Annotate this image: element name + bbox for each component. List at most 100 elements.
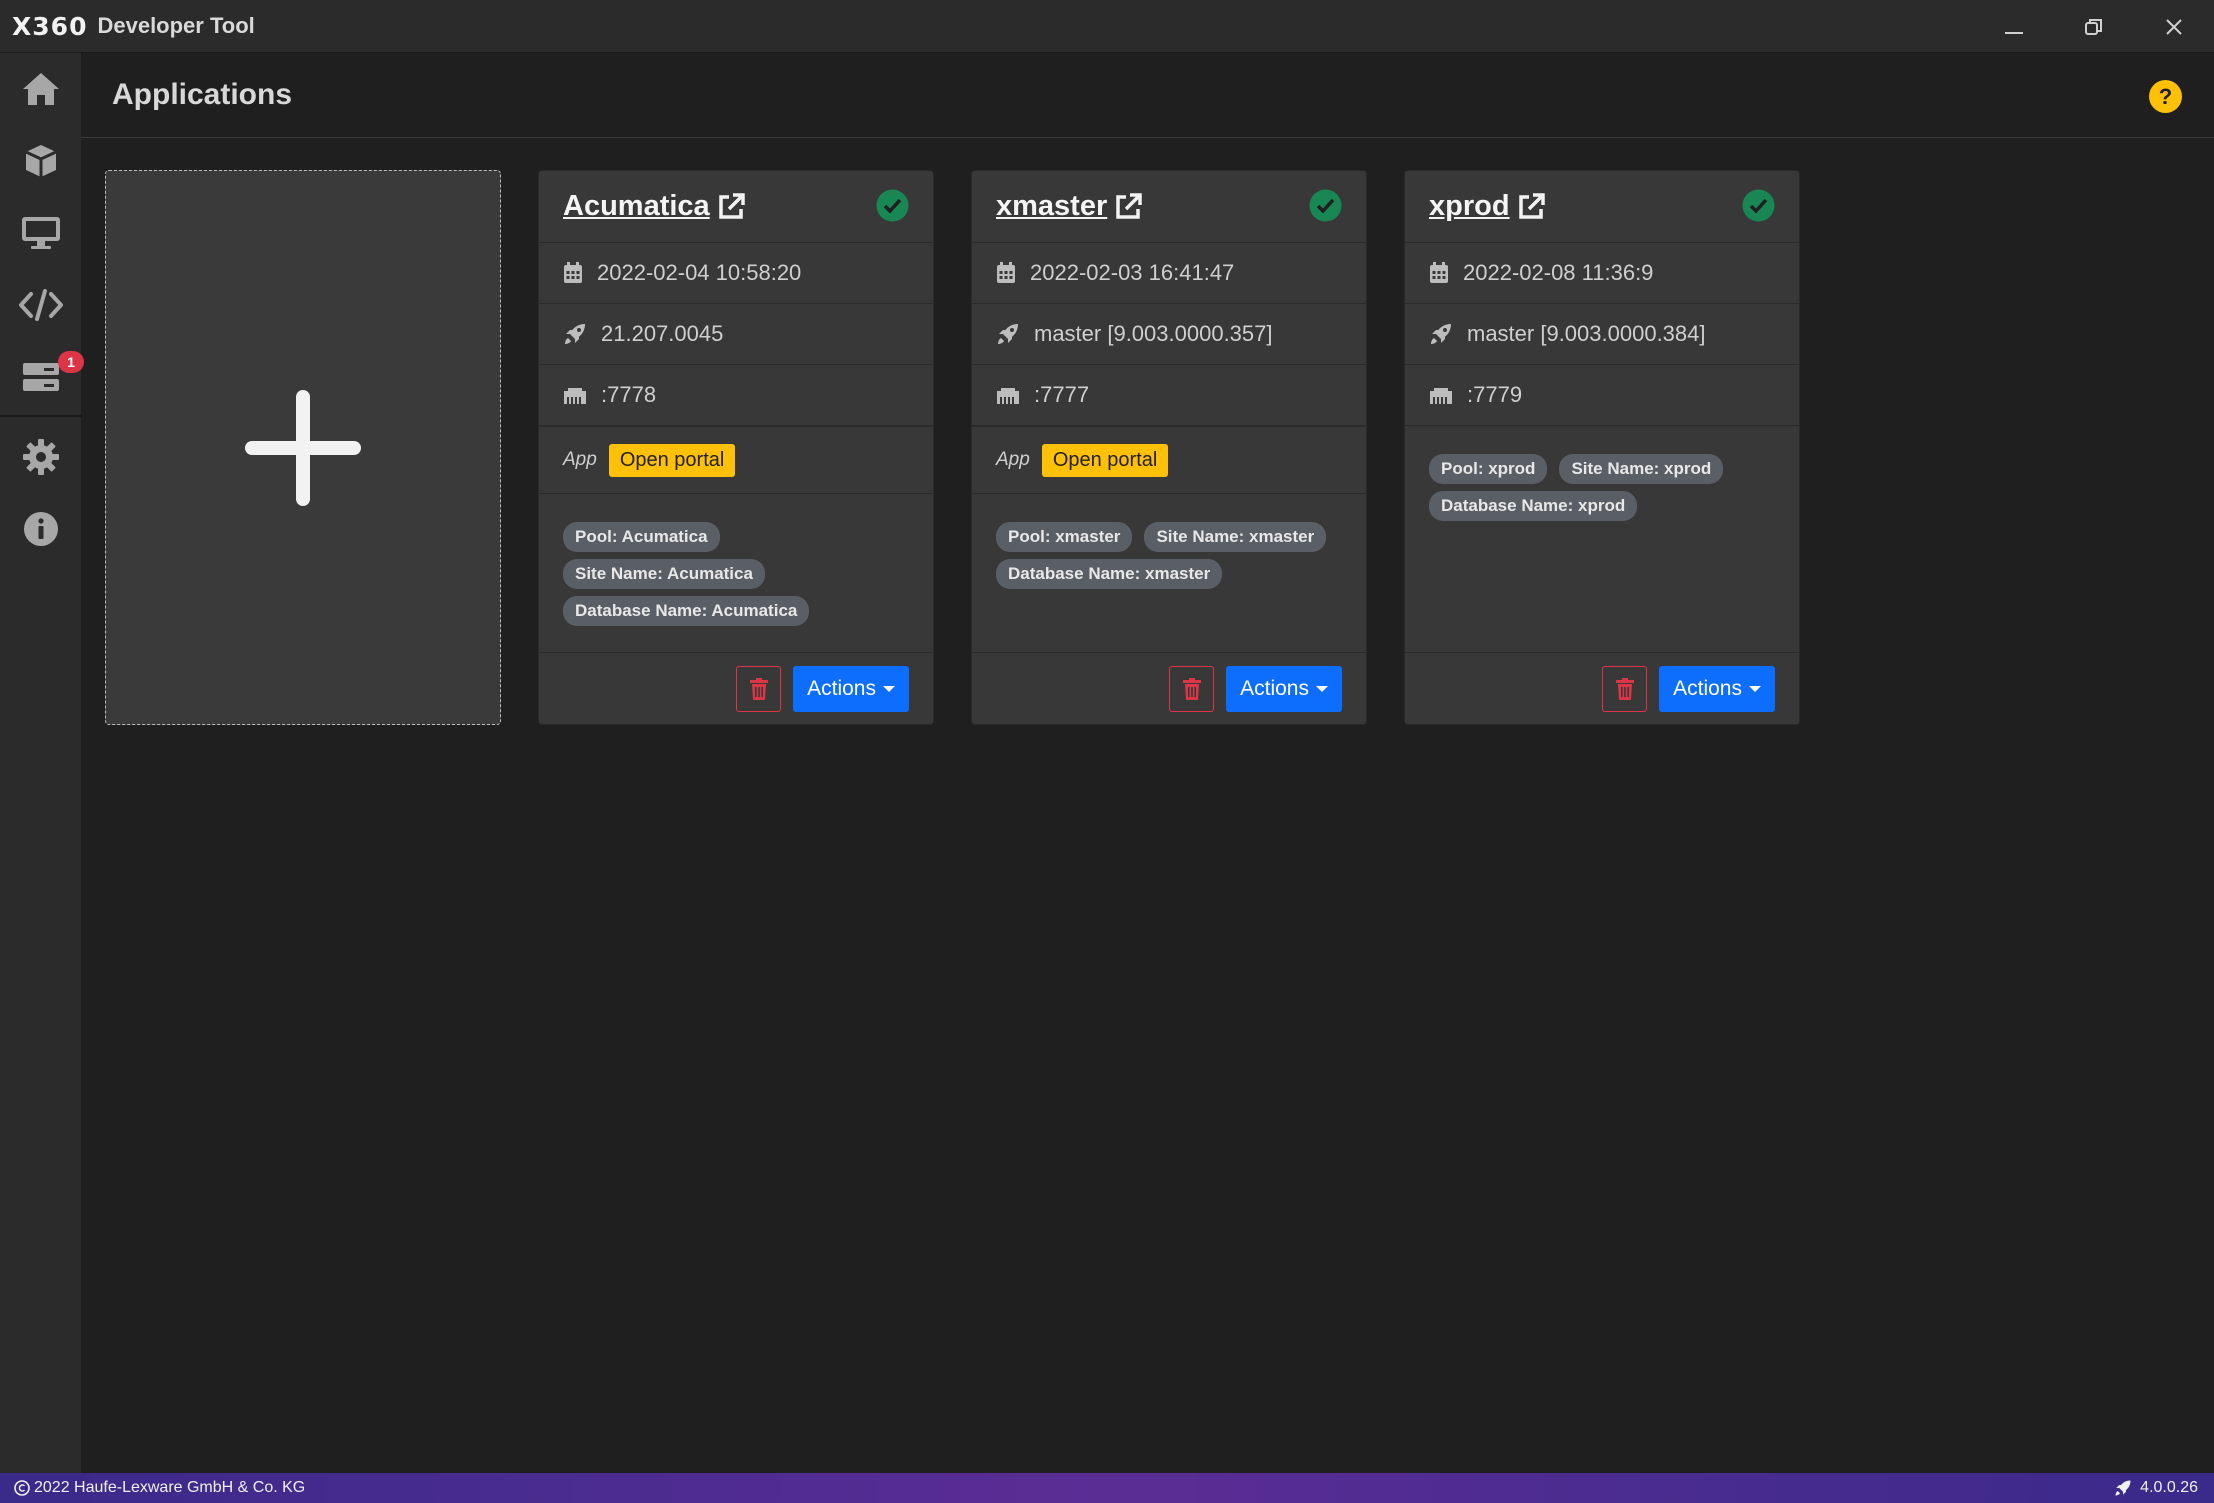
server-icon [22, 363, 59, 391]
version-row: 21.207.0045 [539, 304, 933, 365]
app-label: App [563, 449, 597, 470]
app-portal-row: App Open portal [539, 426, 933, 494]
app-title-link[interactable]: xprod [1429, 190, 1510, 223]
external-link-icon[interactable] [1516, 192, 1546, 222]
app-portal-row: App Open portal [972, 426, 1366, 494]
tag-list: Pool: xprod Site Name: xprod Database Na… [1405, 426, 1799, 528]
pool-tag: Pool: Acumatica [563, 522, 720, 552]
actions-label: Actions [807, 676, 876, 700]
page-title: Applications [112, 78, 293, 111]
port-row: :7777 [972, 365, 1366, 426]
check-circle-icon [1309, 189, 1342, 222]
rocket-icon [1431, 324, 1451, 344]
port-text: :7778 [601, 382, 657, 407]
calendar-icon [1430, 262, 1448, 283]
trash-icon [749, 677, 768, 700]
version-text: 21.207.0045 [601, 321, 724, 346]
card-footer: Actions [972, 652, 1366, 724]
app-label: App [996, 449, 1030, 470]
app-cards: Acumatica 2022-02-04 10:58:20 21.207.004… [105, 170, 1800, 725]
created-date: 2022-02-03 16:41:47 [1030, 260, 1235, 285]
app-title-link[interactable]: xmaster [996, 190, 1107, 223]
app-logo: X360 [12, 11, 88, 41]
code-icon [18, 289, 63, 321]
copyright: 2022 Haufe-Lexware GmbH & Co. KG [14, 1479, 305, 1497]
info-icon [23, 512, 58, 546]
delete-button[interactable] [736, 665, 782, 712]
delete-button[interactable] [1169, 665, 1215, 712]
pool-tag: Pool: xprod [1429, 454, 1548, 484]
restore-button[interactable] [2054, 0, 2134, 53]
sidebar-item-code[interactable] [0, 269, 81, 341]
actions-dropdown-button[interactable]: Actions [1226, 665, 1342, 712]
sidebar-item-settings[interactable] [0, 421, 81, 493]
port-row: :7779 [1405, 365, 1799, 426]
database-name-tag: Database Name: xmaster [996, 559, 1223, 589]
caret-down-icon [1749, 685, 1761, 692]
check-circle-icon [1742, 189, 1775, 222]
sidebar-item-packages[interactable] [0, 125, 81, 197]
created-date-row: 2022-02-03 16:41:47 [972, 243, 1366, 304]
ethernet-icon [1430, 388, 1452, 404]
question-icon: ? [2158, 83, 2173, 109]
calendar-icon [997, 262, 1015, 283]
app-title-link[interactable]: Acumatica [563, 190, 710, 223]
close-button[interactable] [2134, 0, 2214, 53]
actions-dropdown-button[interactable]: Actions [1659, 665, 1775, 712]
cube-icon [24, 145, 57, 177]
tag-list: Pool: Acumatica Site Name: Acumatica Dat… [539, 494, 933, 633]
version-text: master [9.003.0000.384] [1467, 321, 1706, 346]
trash-icon [1615, 677, 1634, 700]
restore-icon [2085, 18, 2102, 35]
port-text: :7777 [1034, 382, 1090, 407]
version-row: master [9.003.0000.384] [1405, 304, 1799, 365]
page-header: Applications ? [81, 53, 2214, 138]
title-bar: X360 Developer Tool [0, 0, 2214, 53]
app-name: Developer Tool [97, 13, 255, 38]
tag-list: Pool: xmaster Site Name: xmaster Databas… [972, 494, 1366, 596]
external-link-icon[interactable] [1113, 192, 1143, 222]
sidebar-item-home[interactable] [0, 53, 81, 125]
add-application-card[interactable] [105, 170, 501, 725]
open-portal-button[interactable]: Open portal [608, 443, 736, 477]
sidebar-item-monitor[interactable] [0, 197, 81, 269]
version-text: master [9.003.0000.357] [1034, 321, 1273, 346]
trash-icon [1182, 677, 1201, 700]
desktop-icon [21, 217, 60, 249]
ethernet-icon [564, 388, 586, 404]
main-content: Applications ? Acumatica 2022-02-04 10:5… [81, 53, 2214, 1473]
site-name-tag: Site Name: xmaster [1144, 522, 1327, 552]
sidebar: 1 [0, 53, 84, 1473]
card-header: xmaster [972, 171, 1366, 243]
external-link-icon[interactable] [716, 192, 746, 222]
app-version: 4.0.0.26 [2114, 1479, 2198, 1497]
ethernet-icon [997, 388, 1019, 404]
app-card: xprod 2022-02-08 11:36:9 master [9.003.0… [1404, 170, 1800, 725]
created-date-row: 2022-02-08 11:36:9 [1405, 243, 1799, 304]
app-card: xmaster 2022-02-03 16:41:47 master [9.00… [971, 170, 1367, 725]
gear-icon [22, 439, 59, 475]
app-card: Acumatica 2022-02-04 10:58:20 21.207.004… [538, 170, 934, 725]
copyright-icon [14, 1480, 30, 1496]
sidebar-item-servers[interactable]: 1 [0, 341, 84, 413]
actions-dropdown-button[interactable]: Actions [793, 665, 909, 712]
copyright-text: 2022 Haufe-Lexware GmbH & Co. KG [34, 1479, 306, 1496]
calendar-icon [564, 262, 582, 283]
created-date: 2022-02-04 10:58:20 [597, 260, 802, 285]
sidebar-item-info[interactable] [0, 493, 81, 565]
pool-tag: Pool: xmaster [996, 522, 1133, 552]
help-button[interactable]: ? [2149, 80, 2182, 113]
minimize-button[interactable] [1974, 0, 2054, 53]
card-header: Acumatica [539, 171, 933, 243]
close-icon [2166, 18, 2182, 35]
port-row: :7778 [539, 365, 933, 426]
card-header: xprod [1405, 171, 1799, 243]
minimize-icon [2005, 31, 2023, 34]
created-date-row: 2022-02-04 10:58:20 [539, 243, 933, 304]
open-portal-button[interactable]: Open portal [1041, 443, 1169, 477]
site-name-tag: Site Name: Acumatica [563, 559, 765, 589]
home-icon [22, 73, 59, 105]
check-circle-icon [876, 189, 909, 222]
delete-button[interactable] [1602, 665, 1648, 712]
card-footer: Actions [539, 652, 933, 724]
